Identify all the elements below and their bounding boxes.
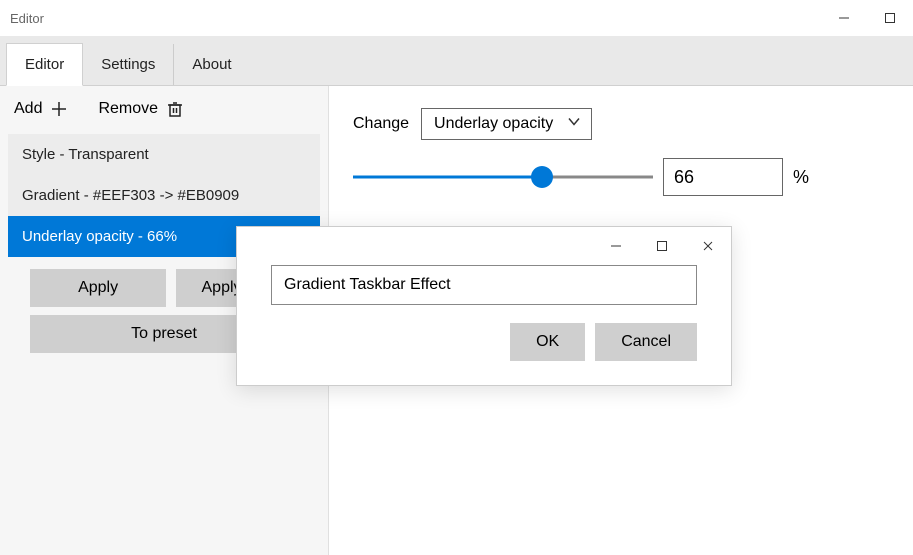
list-toolbar: Add Remove bbox=[0, 90, 328, 128]
add-button[interactable]: Add bbox=[14, 100, 68, 118]
change-select-value: Underlay opacity bbox=[434, 115, 553, 132]
slider-thumb[interactable] bbox=[531, 166, 553, 188]
ok-button[interactable]: OK bbox=[510, 323, 585, 361]
close-icon bbox=[702, 240, 714, 252]
tab-editor[interactable]: Editor bbox=[6, 43, 83, 86]
slider-track-fill bbox=[353, 176, 542, 179]
window-minimize-button[interactable] bbox=[821, 0, 867, 36]
maximize-icon bbox=[656, 240, 668, 252]
window-title: Editor bbox=[10, 11, 44, 26]
plus-icon bbox=[50, 100, 68, 118]
opacity-input[interactable] bbox=[663, 158, 783, 196]
dialog-close-button[interactable] bbox=[685, 227, 731, 265]
add-label: Add bbox=[14, 100, 42, 118]
change-row: Change Underlay opacity bbox=[353, 108, 889, 140]
cancel-button[interactable]: Cancel bbox=[595, 323, 697, 361]
remove-button[interactable]: Remove bbox=[98, 100, 184, 118]
remove-label: Remove bbox=[98, 100, 158, 118]
window-titlebar: Editor bbox=[0, 0, 913, 36]
apply-button[interactable]: Apply bbox=[30, 269, 166, 307]
dialog-minimize-button[interactable] bbox=[593, 227, 639, 265]
dialog-maximize-button[interactable] bbox=[639, 227, 685, 265]
preset-name-dialog: OK Cancel bbox=[236, 226, 732, 386]
tab-about[interactable]: About bbox=[174, 44, 249, 85]
list-item-style[interactable]: Style - Transparent bbox=[8, 134, 320, 175]
opacity-slider[interactable] bbox=[353, 165, 653, 189]
percent-symbol: % bbox=[793, 167, 809, 188]
list-item-gradient[interactable]: Gradient - #EEF303 -> #EB0909 bbox=[8, 175, 320, 216]
dialog-body: OK Cancel bbox=[237, 265, 731, 385]
window-controls bbox=[821, 0, 913, 36]
dialog-titlebar bbox=[237, 227, 731, 265]
chevron-down-icon bbox=[567, 115, 581, 134]
change-label: Change bbox=[353, 115, 409, 133]
dialog-buttons: OK Cancel bbox=[271, 323, 697, 361]
maximize-icon bbox=[884, 12, 896, 24]
tab-strip: Editor Settings About bbox=[0, 36, 913, 86]
slider-row: % bbox=[353, 158, 889, 196]
preset-name-input[interactable] bbox=[271, 265, 697, 305]
change-select[interactable]: Underlay opacity bbox=[421, 108, 592, 140]
minimize-icon bbox=[838, 12, 850, 24]
minimize-icon bbox=[610, 240, 622, 252]
trash-icon bbox=[166, 100, 184, 118]
window-maximize-button[interactable] bbox=[867, 0, 913, 36]
tab-settings[interactable]: Settings bbox=[83, 44, 174, 85]
